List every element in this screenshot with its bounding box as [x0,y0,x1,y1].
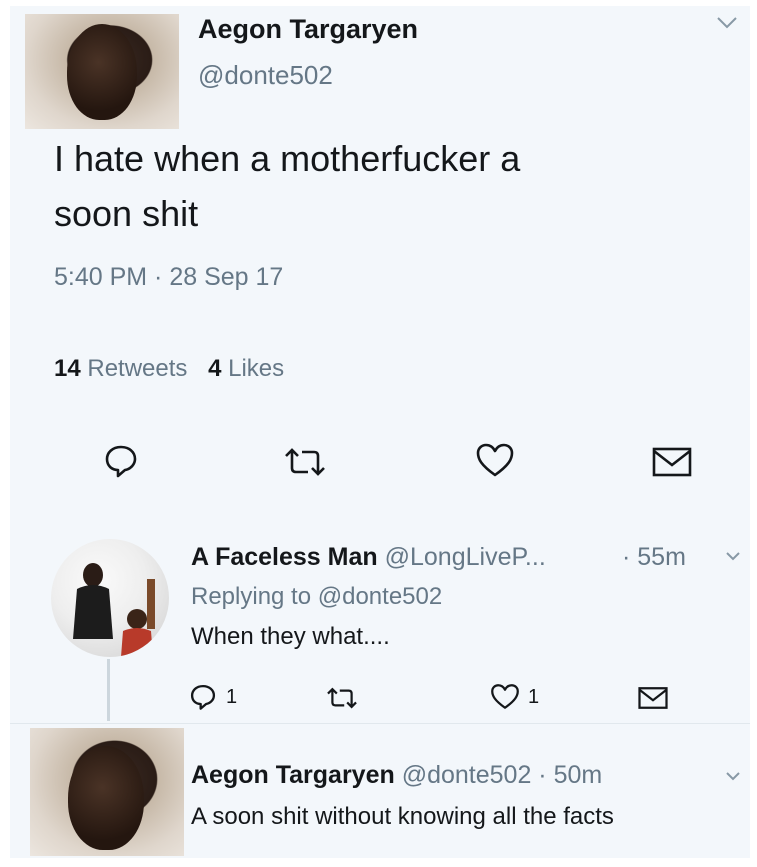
author-handle[interactable]: @donte502 [198,60,333,91]
divider [10,723,750,724]
replying-to-handle[interactable]: @donte502 [318,583,442,610]
tweet-thread: Aegon Targaryen @donte502 I hate when a … [10,6,750,858]
retweet-icon[interactable] [282,446,328,478]
heart-icon[interactable] [475,442,515,478]
like-label[interactable]: Likes [228,355,284,382]
envelope-icon[interactable] [638,686,668,710]
like-count[interactable]: 4 [208,355,221,382]
retweet-icon[interactable] [325,686,359,710]
replying-to-label: Replying to [191,583,318,610]
tweet-text-line1: I hate when a motherfucker a [54,138,521,179]
reply-icon[interactable] [189,683,217,711]
replying-to: Replying to @donte502 [191,583,442,611]
envelope-icon[interactable] [652,446,692,478]
reply-header: Aegon Targaryen @donte502 · 50m [191,761,602,790]
chevron-down-icon[interactable] [716,16,738,30]
avatar[interactable] [25,14,179,129]
chevron-down-icon[interactable] [725,551,741,561]
thread-line [107,659,110,721]
tweet-timestamp[interactable]: 5:40 PM · 28 Sep 17 [54,263,283,292]
heart-icon[interactable] [490,683,520,710]
reply-time[interactable]: · 55m [622,543,686,572]
chevron-down-icon[interactable] [725,771,741,781]
reply-count: 1 [226,686,238,708]
avatar[interactable] [51,539,169,657]
retweet-count[interactable]: 14 [54,355,81,382]
author-name[interactable]: A Faceless Man [191,543,378,571]
reply-text: A soon shit without knowing all the fact… [191,803,614,830]
author-name[interactable]: Aegon Targaryen [198,14,418,45]
like-count: 1 [528,686,540,708]
author-name[interactable]: Aegon Targaryen [191,761,395,789]
reply-header: A Faceless Man @LongLiveP... [191,543,546,572]
author-handle-time[interactable]: @donte502 · 50m [402,761,603,789]
author-handle[interactable]: @LongLiveP... [385,543,546,571]
tweet-text-line2: soon shit [54,193,199,234]
avatar[interactable] [30,728,184,856]
retweet-label[interactable]: Retweets [87,355,187,382]
reply-text: When they what.... [191,623,390,650]
tweet-stats: 14 Retweets 4 Likes [54,355,284,383]
reply-icon[interactable] [103,443,139,479]
